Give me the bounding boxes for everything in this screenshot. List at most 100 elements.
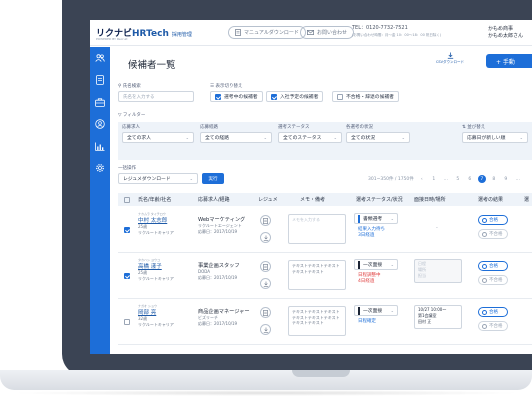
- pass-button[interactable]: 合格: [478, 261, 508, 271]
- prev-page-button[interactable]: ‹: [418, 175, 426, 183]
- chevron-down-icon: ⌄: [390, 262, 394, 267]
- candidate-company: リクルートキャリア: [138, 276, 174, 281]
- col-result: 選考の結果: [478, 197, 504, 203]
- laptop-shadow: [10, 390, 522, 396]
- page-link[interactable]: 8: [490, 175, 498, 183]
- result-range: 301~350件 / 1750件: [368, 177, 414, 182]
- manual-download-button[interactable]: マニュアルダウンロード: [228, 26, 306, 39]
- filter-progress-select[interactable]: 全ての状況 ⌄: [346, 132, 410, 143]
- candidate-info: ナガオ ショウ 岡部 亮 32歳 リクルートキャリア: [138, 304, 174, 328]
- status-notes: 日程確定: [358, 319, 376, 325]
- interview-empty: -: [436, 225, 438, 231]
- candidate-name-link[interactable]: 中村 太志郎: [138, 216, 174, 224]
- filter-route-label: 応募経路: [200, 125, 218, 130]
- page-link[interactable]: 9: [502, 175, 510, 183]
- chevron-down-icon: ⌄: [333, 135, 337, 140]
- resume-download-button[interactable]: [260, 324, 271, 335]
- memo-field[interactable]: メモを入力する: [288, 214, 346, 244]
- name-search-input[interactable]: 氏名を入力する: [118, 91, 194, 102]
- fail-button[interactable]: 不合格: [478, 229, 508, 239]
- resume-download-button[interactable]: [260, 232, 271, 243]
- user-badge-icon: [95, 119, 105, 129]
- close-icon: [482, 231, 487, 237]
- fail-button[interactable]: 不合格: [478, 275, 508, 285]
- interview-line: 担当: [418, 273, 426, 278]
- sidebar-item-documents[interactable]: [94, 74, 106, 86]
- chevron-down-icon: ⌄: [390, 308, 394, 313]
- status-color-bar: [358, 306, 360, 315]
- support-tel: TEL：0120-7732-7521 (お問い合わせ時間：月〜金 10：00〜1…: [352, 25, 441, 39]
- job-info: 事業企画スタッフ DODA 応募日：2017/10/19: [198, 262, 254, 281]
- sidebar-item-candidates[interactable]: [94, 52, 106, 64]
- filter-in-progress[interactable]: 選考中の候補者: [210, 91, 263, 102]
- filter-status-label: 選考ステータス: [278, 125, 310, 130]
- table-row[interactable]: ナガオ ショウ 岡部 亮 32歳 リクルートキャリア 商品企画マネージャー ビズリーチ 応募…: [118, 299, 532, 345]
- job-title-link[interactable]: 事業企画スタッフ: [198, 262, 254, 269]
- close-icon: [482, 323, 487, 329]
- filter-job-select[interactable]: 全ての求人 ⌄: [122, 132, 194, 143]
- page-link[interactable]: 6: [466, 175, 474, 183]
- logo-admin: 採用管理: [171, 32, 192, 38]
- status-select[interactable]: 一次面接 ⌄: [354, 259, 398, 270]
- row-checkbox[interactable]: [124, 273, 130, 279]
- page-ellipsis: ...: [443, 176, 448, 182]
- candidate-name-link[interactable]: 高橋 漾子: [138, 262, 174, 270]
- filter-joining[interactable]: 入社予定の候補者: [266, 91, 324, 102]
- fail-button[interactable]: 不合格: [478, 321, 508, 331]
- resume-download-button[interactable]: [260, 278, 271, 289]
- candidate-info: ナカムラ タイチロウ 中村 太志郎 25歳 リクルートキャリア: [138, 212, 174, 236]
- csv-download-button[interactable]: CSVダウンロード: [435, 52, 465, 65]
- filter-status-select[interactable]: 全てのステータス ⌄: [278, 132, 342, 143]
- candidate-company: リクルートキャリア: [138, 230, 174, 235]
- filter-rejected[interactable]: 不合格・辞退の候補者: [332, 91, 399, 102]
- csv-download-label: CSVダウンロード: [435, 60, 465, 64]
- bulk-action-select[interactable]: レジュメダウンロード ⌄: [118, 173, 198, 184]
- memo-field[interactable]: テキストテキストテキストテキストテキスト: [288, 260, 346, 290]
- laptop-base: [0, 370, 532, 390]
- filter-route-select[interactable]: 全ての経路 ⌄: [200, 132, 272, 143]
- interview-box[interactable]: 10/27 10:00～ 第1会議室 田村 正: [414, 305, 462, 329]
- sort-select[interactable]: 応募日が新しい順 ⌄: [462, 132, 528, 143]
- sidebar-item-reports[interactable]: [94, 140, 106, 152]
- add-candidate-button[interactable]: + 手動: [486, 54, 532, 68]
- filter-job-label: 応募求人: [122, 125, 140, 130]
- col-interview: 面接日時/場所: [414, 197, 446, 203]
- sidebar-item-jobs[interactable]: [94, 96, 106, 108]
- logo-hr: HR: [132, 29, 147, 39]
- execute-button[interactable]: 実行: [202, 173, 224, 184]
- pass-button[interactable]: 合格: [478, 307, 508, 317]
- logo-tech: Tech: [146, 29, 169, 39]
- page-link[interactable]: 1: [430, 175, 438, 183]
- table-row[interactable]: タカハシ ヨウコ 高橋 漾子 25歳 リクルートキャリア 事業企画スタッフ DODA 応募日…: [118, 253, 532, 299]
- main-content: 候補者一覧 CSVダウンロード + 手動 ⚲ 氏名検索 氏名を入力する ☰ 表示…: [110, 47, 532, 354]
- top-bar: リクナビHRTech 採用管理 POWERED BY Recruit マニュアルダ…: [90, 20, 532, 46]
- status-select[interactable]: 一次面接 ⌄: [354, 305, 398, 316]
- memo-field[interactable]: テキストテキストテキストテキストテキストテキストテキストテキスト: [288, 306, 346, 336]
- row-checkbox[interactable]: [124, 227, 130, 233]
- resume-view-button[interactable]: [260, 261, 271, 272]
- status-select[interactable]: 書類選考 ⌄: [354, 213, 398, 224]
- row-checkbox[interactable]: [124, 319, 130, 325]
- sidebar-item-users[interactable]: [94, 118, 106, 130]
- radio-icon: [482, 309, 487, 315]
- resume-view-button[interactable]: [260, 215, 271, 226]
- job-title-link[interactable]: 商品企画マネージャー: [198, 308, 254, 315]
- manual-download-label: マニュアルダウンロード: [244, 30, 299, 36]
- status-note: 3日経過: [358, 233, 375, 238]
- job-title-link[interactable]: Webマーケティング: [198, 216, 254, 223]
- job-info: Webマーケティング リクルートエージェント 応募日：2017/10/19: [198, 216, 254, 235]
- page-link[interactable]: 5: [454, 175, 462, 183]
- contact-button[interactable]: お問い合わせ: [300, 26, 355, 39]
- gear-icon: [96, 164, 104, 172]
- interview-box[interactable]: 日程 場所 担当: [414, 259, 462, 283]
- resume-view-button[interactable]: [260, 307, 271, 318]
- select-all-checkbox[interactable]: [124, 196, 130, 203]
- account-menu[interactable]: かもめ商事 かもめ太郎さん: [488, 26, 523, 40]
- table-row[interactable]: ナカムラ タイチロウ 中村 太志郎 25歳 リクルートキャリア Webマーケティング リク…: [118, 207, 532, 253]
- briefcase-icon: [95, 97, 105, 107]
- pass-button[interactable]: 合格: [478, 215, 508, 225]
- candidate-name-link[interactable]: 岡部 亮: [138, 308, 174, 316]
- sidebar-item-settings[interactable]: [94, 162, 106, 174]
- download-icon: [263, 235, 268, 241]
- page-link-current[interactable]: 7: [477, 175, 486, 183]
